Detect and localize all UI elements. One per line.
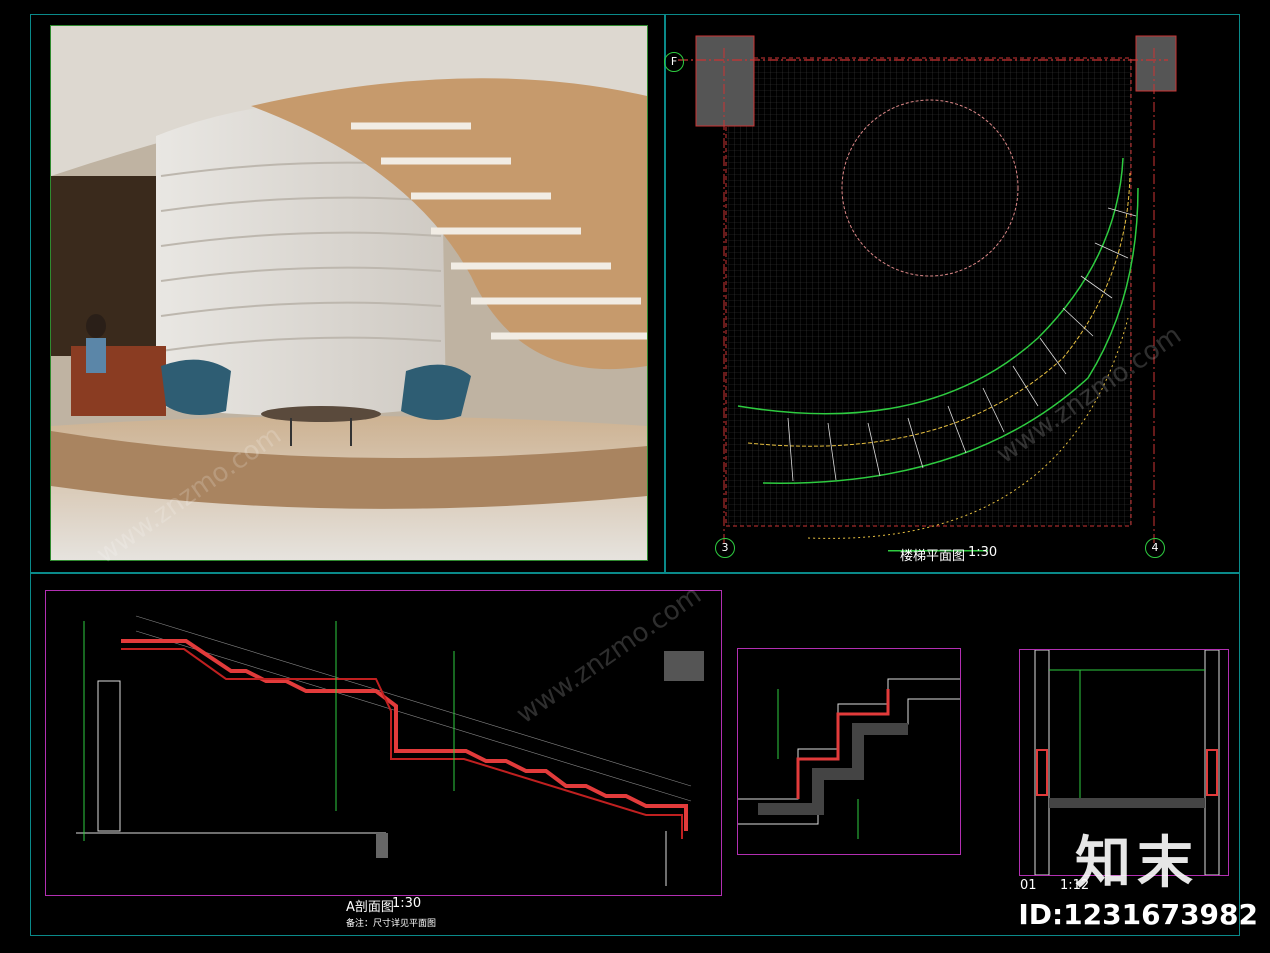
vertical-divider	[664, 14, 666, 574]
id-label: ID:1231673982	[1018, 898, 1258, 931]
brand-logo: 知末	[1075, 831, 1199, 896]
detail-b-title: 01	[1020, 878, 1037, 893]
render-scene	[51, 26, 647, 560]
plan-title: 楼梯平面图	[900, 549, 966, 564]
interior-rendering	[50, 25, 648, 561]
plan-svg	[678, 35, 1177, 552]
axis-bubble-3: 3	[715, 538, 735, 558]
top-divider	[30, 572, 1240, 574]
axis-bubble-4: 4	[1145, 538, 1165, 558]
section-a-note: 备注：尺寸详见平面图	[346, 919, 437, 929]
stair-plan-drawing: F 3 4 楼梯平面图 1:30	[664, 18, 1228, 568]
section-a-scale: 1:30	[392, 896, 422, 911]
plan-scale: 1:30	[968, 545, 998, 560]
node-detail-panel	[737, 648, 961, 855]
axis-bubble-f: F	[664, 52, 684, 72]
section-a-title: A剖面图	[346, 900, 394, 915]
node-detail-svg	[738, 678, 960, 839]
